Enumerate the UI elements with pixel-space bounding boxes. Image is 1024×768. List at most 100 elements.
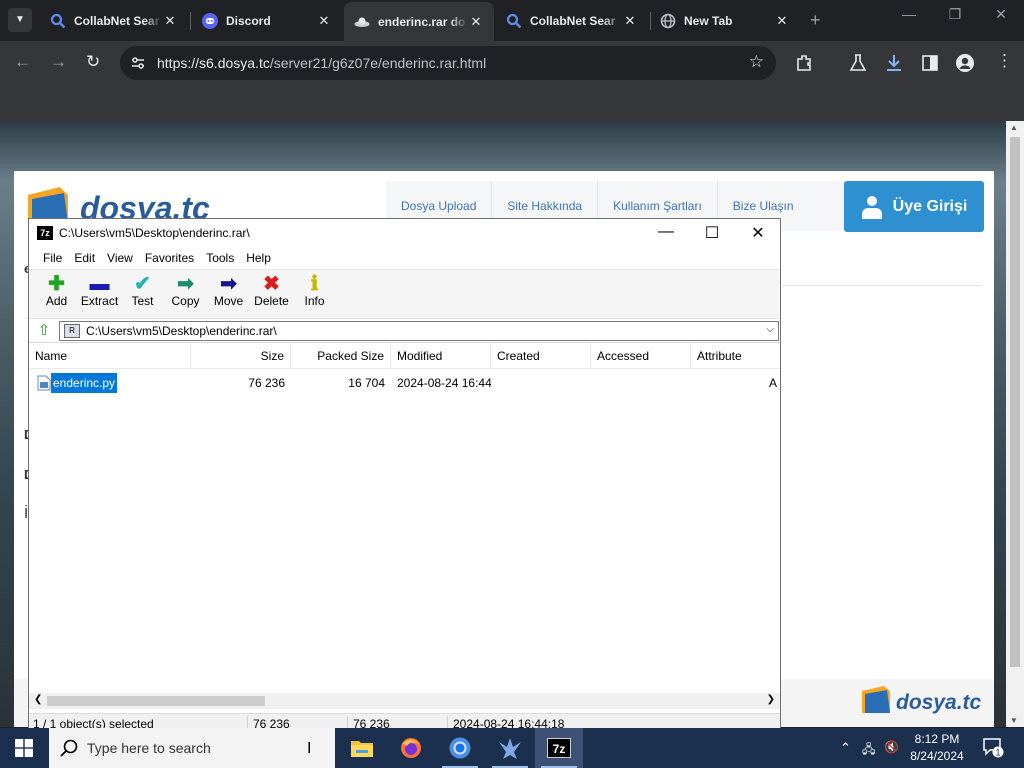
tab-collabnet-2[interactable]: CollabNet Sear ✕ — [496, 4, 648, 37]
bird-app-icon[interactable] — [486, 728, 534, 768]
login-button[interactable]: Üye Girişi — [844, 181, 984, 232]
add-button[interactable]: ✚ Add — [35, 270, 78, 318]
start-button[interactable] — [0, 728, 48, 768]
close-icon[interactable]: ✕ — [774, 13, 790, 29]
reload-icon[interactable]: ↻ — [86, 52, 100, 72]
address-bar[interactable]: https://s6.dosya.tc/server21/g6z07e/ende… — [120, 46, 776, 80]
site-info-icon[interactable] — [130, 55, 146, 71]
side-panel-icon[interactable] — [920, 53, 940, 73]
tab-title: CollabNet Sear — [530, 13, 616, 28]
horizontal-scrollbar[interactable]: ❮ ❯ — [29, 693, 780, 709]
archive-icon: R — [64, 323, 80, 338]
test-button[interactable]: ✔ Test — [121, 270, 164, 318]
menu-bar: File Edit View Favorites Tools Help — [29, 247, 780, 269]
scroll-right-icon[interactable]: ❯ — [767, 694, 775, 705]
bookmarks-bar — [0, 85, 1024, 121]
maximize-icon[interactable]: ☐ — [689, 223, 735, 243]
menu-kebab-icon[interactable]: ⋮ — [996, 51, 1013, 71]
search-icon — [50, 13, 66, 29]
browser-toolbar: ← → ↻ https://s6.dosya.tc/server21/g6z07… — [0, 41, 1024, 85]
minimize-icon[interactable]: — — [886, 6, 932, 22]
tab-collabnet-1[interactable]: CollabNet Sear ✕ — [40, 4, 188, 37]
menu-tools[interactable]: Tools — [200, 251, 240, 265]
tool-label: Copy — [171, 294, 200, 308]
page-scrollbar[interactable]: ▲ ▼ — [1006, 121, 1024, 727]
close-icon[interactable]: ✕ — [162, 13, 178, 29]
download-icon[interactable] — [884, 53, 904, 73]
chrome-icon[interactable] — [436, 728, 484, 768]
labs-flask-icon[interactable] — [848, 53, 868, 73]
minimize-icon[interactable]: — — [643, 223, 689, 241]
menu-favorites[interactable]: Favorites — [139, 251, 200, 265]
tab-search-button[interactable]: ▼ — [8, 8, 32, 32]
tab-new-tab[interactable]: New Tab ✕ — [650, 4, 800, 37]
network-icon[interactable]: 🖧 — [862, 740, 875, 761]
login-label: Üye Girişi — [892, 197, 968, 215]
file-packed-size: 16 704 — [348, 376, 385, 390]
extract-button[interactable]: ▬ Extract — [78, 270, 121, 318]
file-explorer-icon[interactable] — [338, 728, 386, 768]
col-modified[interactable]: Modified — [391, 343, 491, 369]
windows-taskbar: Type here to search I 7z ⌃ 🖧 🔇 8:12 PM 8… — [0, 728, 1024, 768]
url-host: https://s6.dosya.tc — [157, 55, 270, 71]
profile-avatar-icon[interactable] — [955, 53, 975, 73]
scroll-left-icon[interactable]: ❮ — [34, 694, 42, 705]
text-cursor-icon: I — [307, 740, 312, 757]
tab-title: CollabNet Sear — [74, 13, 160, 28]
menu-edit[interactable]: Edit — [68, 251, 101, 265]
sevenzip-icon[interactable]: 7z — [535, 728, 583, 768]
scroll-up-icon[interactable]: ▲ — [1010, 123, 1018, 132]
address-row: ⇧ R C:\Users\vm5\Desktop\enderinc.rar\ ⌵ — [29, 319, 780, 343]
extensions-icon[interactable] — [795, 53, 815, 73]
bookmark-star-icon[interactable]: ☆ — [749, 52, 764, 72]
tab-enderinc-active[interactable]: enderinc.rar do ✕ — [344, 2, 494, 41]
scroll-thumb[interactable] — [47, 696, 265, 706]
info-button[interactable]: ℹ Info — [293, 270, 336, 318]
taskbar-clock[interactable]: 8:12 PM 8/24/2024 — [902, 731, 972, 765]
col-accessed[interactable]: Accessed — [591, 343, 691, 369]
forward-icon[interactable]: → — [50, 52, 67, 72]
sevenzip-taskbar-label: 7z — [547, 738, 571, 758]
user-icon — [861, 195, 882, 219]
url-path: /server21/g6z07e/enderinc.rar.html — [269, 55, 487, 71]
page-scroll-thumb[interactable] — [1010, 137, 1020, 667]
table-row[interactable]: enderinc.py 76 236 16 704 2024-08-24 16:… — [29, 373, 780, 393]
path-combobox[interactable]: R C:\Users\vm5\Desktop\enderinc.rar\ ⌵ — [59, 320, 779, 341]
copy-button[interactable]: ➡ Copy — [164, 270, 207, 318]
move-button[interactable]: ➡ Move — [207, 270, 250, 318]
new-tab-plus-icon[interactable]: + — [810, 10, 821, 31]
restore-icon[interactable]: ❐ — [932, 6, 978, 23]
sevenzip-titlebar[interactable]: 7z C:\Users\vm5\Desktop\enderinc.rar\ — … — [29, 219, 780, 247]
tool-label: Extract — [80, 294, 119, 308]
col-size[interactable]: Size — [191, 343, 291, 369]
close-icon[interactable]: ✕ — [735, 223, 781, 243]
file-name-cell[interactable]: enderinc.py — [37, 373, 187, 393]
col-packed-size[interactable]: Packed Size — [291, 343, 391, 369]
scroll-down-icon[interactable]: ▼ — [1010, 716, 1018, 725]
chevron-up-icon[interactable]: ⌃ — [840, 740, 851, 756]
footer-dosya-logo: dosya.tc — [862, 686, 982, 714]
close-window-icon[interactable]: ✕ — [978, 6, 1024, 23]
tool-label: Move — [213, 294, 244, 308]
taskbar-search[interactable]: Type here to search I — [49, 728, 335, 768]
menu-help[interactable]: Help — [240, 251, 277, 265]
col-created[interactable]: Created — [491, 343, 591, 369]
close-icon[interactable]: ✕ — [468, 14, 484, 30]
notification-count: 1 — [995, 748, 1000, 758]
tab-discord[interactable]: Discord ✕ — [192, 4, 342, 37]
delete-button[interactable]: ✖ Delete — [250, 270, 293, 318]
col-name[interactable]: Name — [29, 343, 191, 369]
folder-up-icon[interactable]: ⇧ — [33, 321, 55, 341]
notification-center-icon[interactable]: 1 — [982, 736, 1004, 758]
globe-icon — [660, 13, 676, 29]
firefox-icon[interactable] — [387, 728, 435, 768]
dosya-favicon — [354, 14, 370, 30]
menu-file[interactable]: File — [37, 251, 68, 265]
menu-view[interactable]: View — [101, 251, 139, 265]
back-icon[interactable]: ← — [14, 52, 31, 72]
chevron-down-icon[interactable]: ⌵ — [766, 324, 774, 335]
close-icon[interactable]: ✕ — [316, 13, 332, 29]
col-attribute[interactable]: Attribute — [691, 343, 780, 369]
close-icon[interactable]: ✕ — [622, 13, 638, 29]
volume-muted-icon[interactable]: 🔇 — [884, 740, 899, 754]
